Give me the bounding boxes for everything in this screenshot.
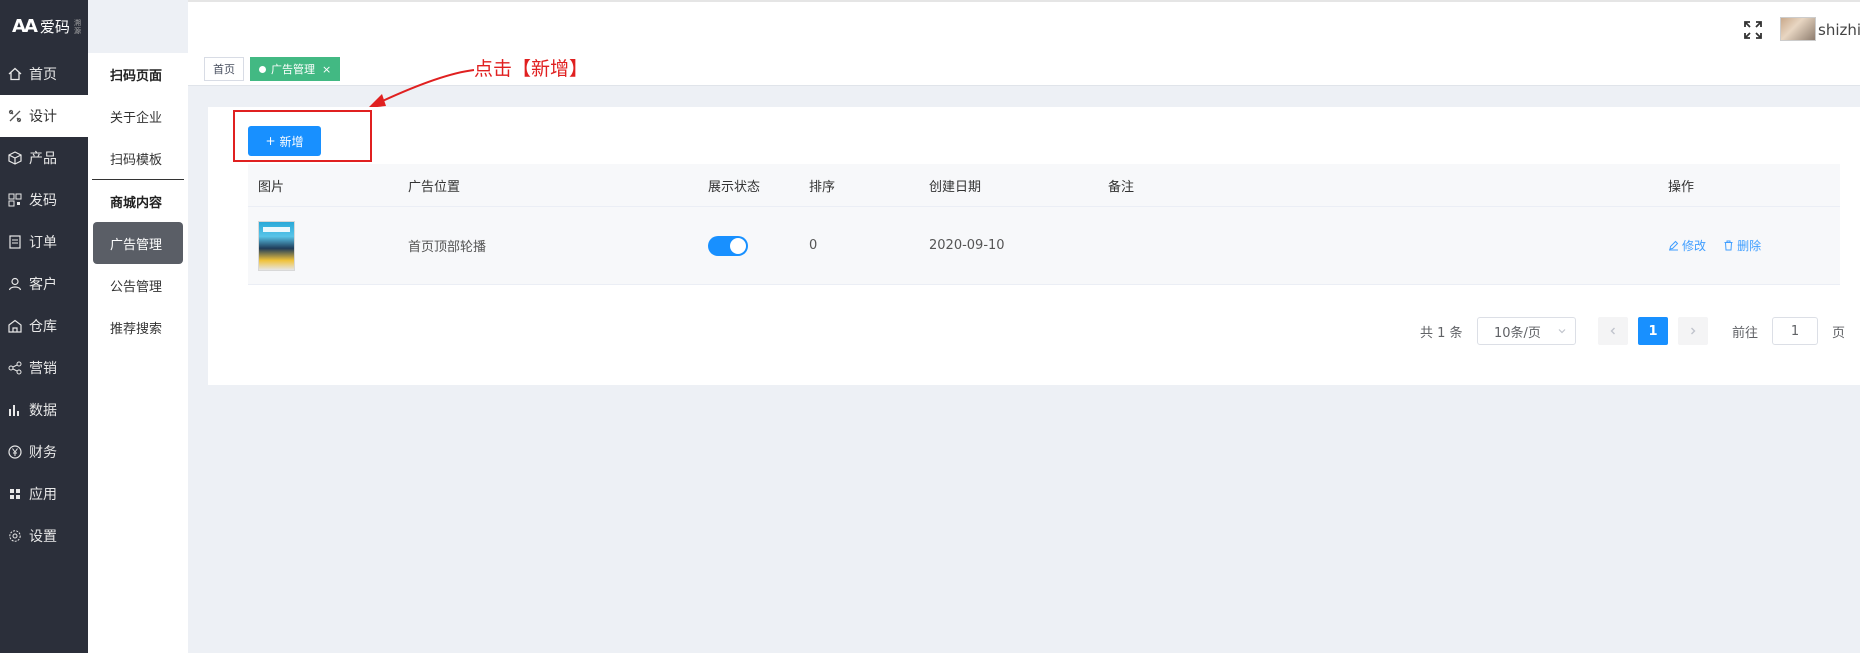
trash-icon <box>1724 240 1733 250</box>
col-header-actions: 操作 <box>1668 179 1695 195</box>
edit-icon <box>1669 240 1679 250</box>
nav-item-data[interactable]: 数据 <box>0 389 88 431</box>
delete-label: 删除 <box>1737 238 1762 253</box>
pagination: 共 1 条 10条/页 1 前往 页 <box>1420 317 1860 345</box>
nav-item-customer[interactable]: 客户 <box>0 263 88 305</box>
brand-logo[interactable]: AA 爱码 溯源 <box>0 0 88 53</box>
goto-page-input[interactable] <box>1772 317 1818 345</box>
nav-label-product: 产品 <box>29 151 57 167</box>
pagination-total: 共 1 条 <box>1420 325 1463 341</box>
ad-sort: 0 <box>809 238 818 253</box>
page-size-select[interactable]: 10条/页 <box>1477 317 1576 345</box>
home-icon <box>7 66 23 82</box>
col-header-note: 备注 <box>1108 179 1135 195</box>
chevron-left-icon <box>1610 327 1615 335</box>
page-size-value: 10条/页 <box>1494 325 1541 341</box>
warehouse-icon <box>7 318 23 334</box>
nav-label-data: 数据 <box>29 403 57 419</box>
nav-label-apps: 应用 <box>29 487 57 503</box>
submenu-section-scan: 扫码页面 <box>110 68 163 84</box>
nav-label-design: 设计 <box>29 109 57 125</box>
table-header: 图片 广告位置 展示状态 排序 创建日期 备注 操作 <box>248 164 1840 207</box>
chevron-right-icon <box>1691 327 1696 335</box>
submenu-item-about[interactable]: 关于企业 <box>88 95 188 137</box>
nav-label-order: 订单 <box>29 235 57 251</box>
yen-icon <box>7 444 23 460</box>
table-row: 首页顶部轮播 0 2020-09-10 修改 删除 <box>248 207 1840 285</box>
status-switch[interactable] <box>708 235 748 256</box>
active-dot-icon <box>259 65 266 73</box>
tab-home[interactable]: 首页 <box>204 57 244 81</box>
username[interactable]: shizhi <box>1818 21 1860 39</box>
annotation-text: 点击【新增】 <box>474 58 589 80</box>
nav-label-home: 首页 <box>29 67 57 83</box>
design-icon <box>7 108 23 124</box>
ad-table: 图片 广告位置 展示状态 排序 创建日期 备注 操作 首页顶部轮播 0 2020… <box>248 164 1840 285</box>
nav-item-order[interactable]: 订单 <box>0 221 88 263</box>
qrcode-icon <box>7 192 23 208</box>
col-header-sort: 排序 <box>809 179 836 195</box>
tab-ad-management[interactable]: 广告管理 × <box>250 57 341 81</box>
nav-label-marketing: 营销 <box>29 361 57 377</box>
nav-label-settings: 设置 <box>29 529 57 545</box>
col-header-position: 广告位置 <box>408 179 461 195</box>
nav-label-qrcode: 发码 <box>29 193 57 209</box>
nav-item-warehouse[interactable]: 仓库 <box>0 305 88 347</box>
product-icon <box>7 150 23 166</box>
close-icon[interactable]: × <box>322 63 331 76</box>
plus-icon: + <box>265 134 276 148</box>
edit-label: 修改 <box>1682 238 1707 253</box>
fullscreen-icon[interactable] <box>1743 20 1763 40</box>
apps-icon <box>7 486 23 502</box>
nav-item-finance[interactable]: 财务 <box>0 431 88 473</box>
top-header: shizhi <box>188 0 1860 53</box>
nav-label-customer: 客户 <box>29 277 57 293</box>
ad-position: 首页顶部轮播 <box>408 240 487 255</box>
brand-sub: 溯源 <box>73 18 81 35</box>
add-button-label: 新增 <box>279 134 304 149</box>
secondary-menu: 扫码页面 关于企业 扫码模板 商城内容 广告管理 公告管理 推荐搜索 <box>88 53 188 653</box>
brand-name: 爱码 <box>39 18 70 36</box>
ad-created-date: 2020-09-10 <box>929 238 1005 253</box>
submenu-item-recommend-search[interactable]: 推荐搜索 <box>88 306 188 348</box>
delete-button[interactable]: 删除 <box>1723 237 1761 254</box>
nav-label-finance: 财务 <box>29 445 57 461</box>
avatar[interactable] <box>1780 17 1816 41</box>
goto-unit: 页 <box>1832 325 1846 341</box>
goto-label: 前往 <box>1732 325 1759 341</box>
row-actions: 修改 删除 <box>1668 237 1774 255</box>
share-icon <box>7 360 23 376</box>
nav-label-warehouse: 仓库 <box>29 319 57 335</box>
tab-ad-management-label: 广告管理 <box>271 63 315 76</box>
order-icon <box>7 234 23 250</box>
chevron-down-icon <box>1558 329 1566 334</box>
submenu-item-scan-template[interactable]: 扫码模板 <box>88 137 188 179</box>
col-header-status: 展示状态 <box>708 179 761 195</box>
next-page-button[interactable] <box>1678 317 1708 345</box>
nav-item-apps[interactable]: 应用 <box>0 473 88 515</box>
gear-icon <box>7 528 23 544</box>
prev-page-button[interactable] <box>1598 317 1628 345</box>
nav-item-product[interactable]: 产品 <box>0 137 88 179</box>
nav-item-marketing[interactable]: 营销 <box>0 347 88 389</box>
col-header-image: 图片 <box>258 179 285 195</box>
ad-thumbnail[interactable] <box>258 220 295 271</box>
brand-mark: AA <box>12 16 38 37</box>
submenu-item-ad-management[interactable]: 广告管理 <box>93 222 183 264</box>
nav-item-design[interactable]: 设计 <box>0 95 88 137</box>
add-button[interactable]: + 新增 <box>248 126 321 156</box>
col-header-created: 创建日期 <box>929 179 982 195</box>
edit-button[interactable]: 修改 <box>1668 237 1706 254</box>
nav-item-settings[interactable]: 设置 <box>0 515 88 557</box>
nav-item-qrcode[interactable]: 发码 <box>0 179 88 221</box>
main-sidebar: AA 爱码 溯源 首页 设计 产品 发码 订单 客户 仓库 营销 数据 财务 应… <box>0 0 88 653</box>
submenu-item-notice-management[interactable]: 公告管理 <box>88 264 188 306</box>
submenu-section-mall: 商城内容 <box>110 195 163 211</box>
content-card: + 新增 图片 广告位置 展示状态 排序 创建日期 备注 操作 首页顶部轮播 0… <box>208 107 1860 385</box>
page-number-1[interactable]: 1 <box>1638 317 1668 345</box>
customer-icon <box>7 276 23 292</box>
nav-item-home[interactable]: 首页 <box>0 53 88 95</box>
chart-icon <box>7 402 23 418</box>
